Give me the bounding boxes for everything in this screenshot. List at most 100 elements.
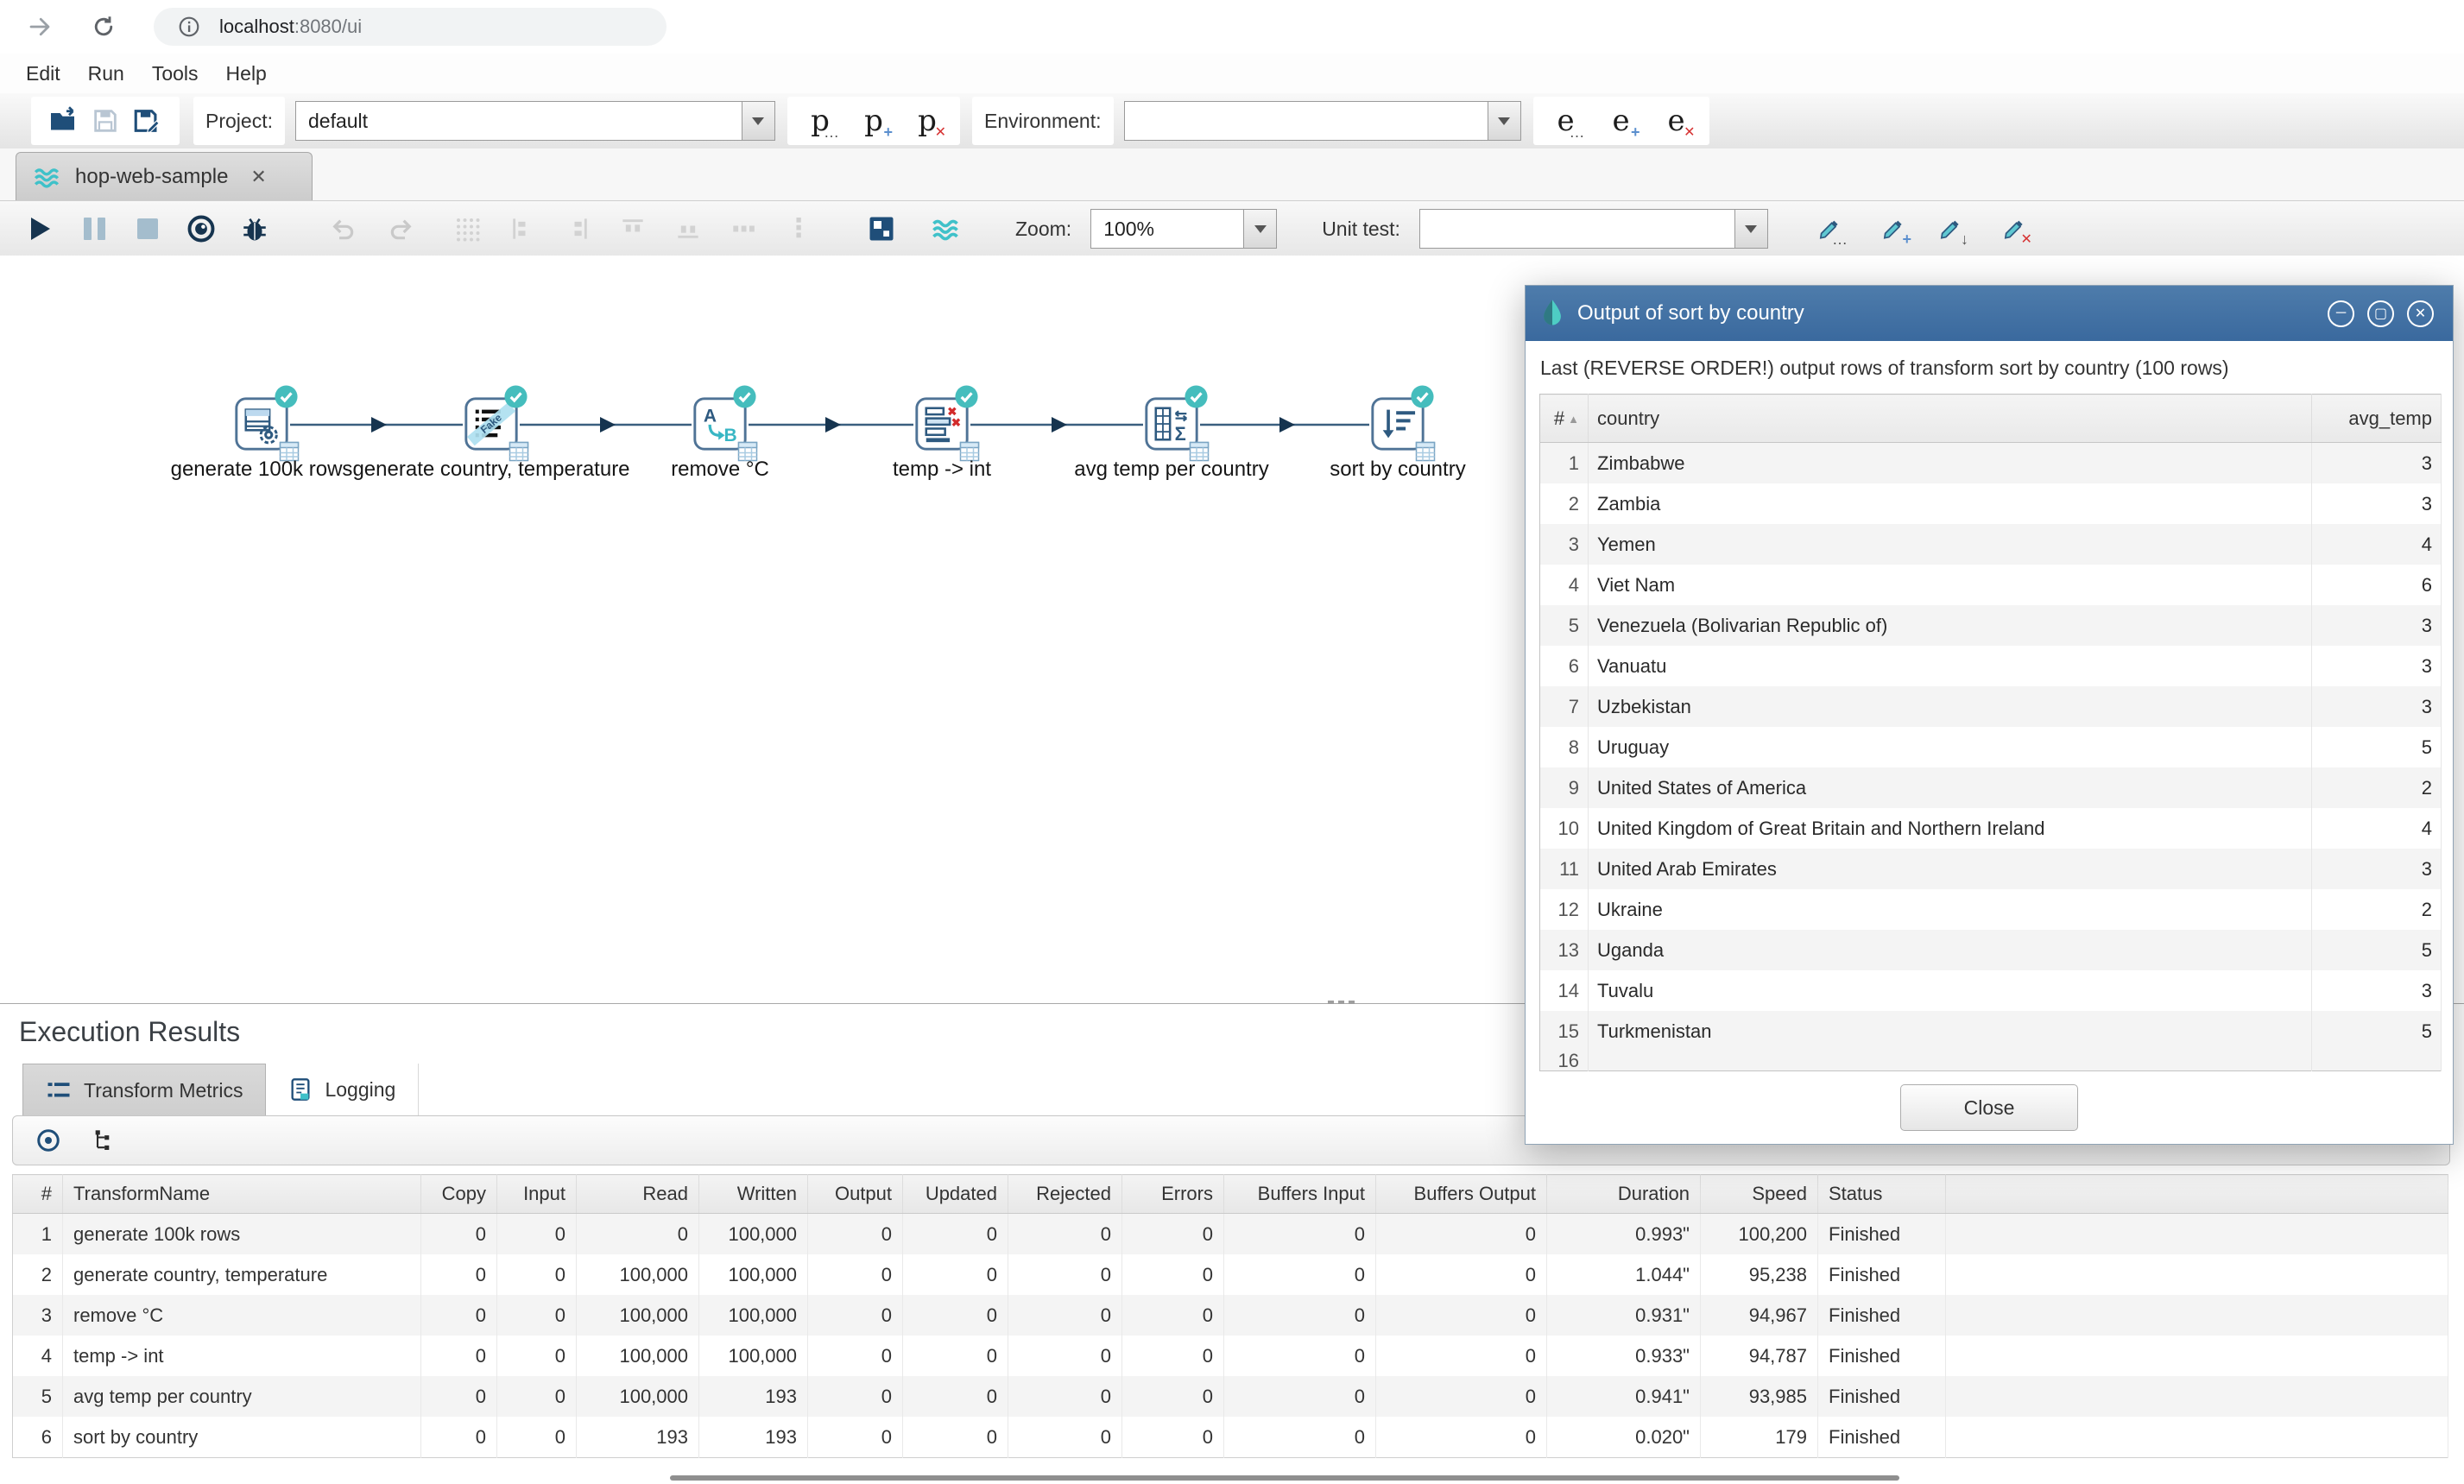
open-file-icon[interactable] xyxy=(43,100,85,142)
project-combo-value[interactable]: default xyxy=(295,101,742,141)
show-hide-inactive-icon[interactable] xyxy=(28,1121,68,1160)
align-left-icon[interactable] xyxy=(502,209,542,249)
close-icon[interactable]: ✕ xyxy=(2407,300,2434,327)
zoom-combo-value[interactable]: 100% xyxy=(1090,209,1243,249)
col-buffers-output[interactable]: Buffers Output xyxy=(1376,1175,1547,1214)
preview-row[interactable]: 13 Uganda 5 xyxy=(1540,930,2442,970)
minimize-icon[interactable]: ─ xyxy=(2328,300,2354,327)
address-bar[interactable]: localhost:8080/ui xyxy=(154,8,667,46)
preview-row[interactable]: 3 Yemen 4 xyxy=(1540,524,2442,565)
col-errors[interactable]: Errors xyxy=(1122,1175,1224,1214)
project-delete-icon[interactable]: p✕ xyxy=(907,100,948,142)
tab-close-icon[interactable]: ✕ xyxy=(250,166,266,188)
preview-row[interactable]: 8 Uruguay 5 xyxy=(1540,727,2442,767)
preview-row[interactable]: 15 Turkmenistan 5 xyxy=(1540,1011,2442,1051)
run-icon[interactable] xyxy=(21,209,60,249)
preview-row[interactable]: 10 United Kingdom of Great Britain and N… xyxy=(1540,808,2442,849)
transform-avg-temp-per-country[interactable]: Σ xyxy=(1145,397,1198,451)
preview-row[interactable]: 7 Uzbekistan 3 xyxy=(1540,686,2442,727)
transform-remove-celsius[interactable]: AB xyxy=(693,397,747,451)
col-copy[interactable]: Copy xyxy=(421,1175,497,1214)
preview-icon[interactable] xyxy=(181,209,221,249)
preview-row[interactable]: 2 Zambia 3 xyxy=(1540,483,2442,524)
col-country[interactable]: country xyxy=(1589,395,2312,443)
metrics-row[interactable]: 5 avg temp per country 0 0 100,000 193 0… xyxy=(13,1376,2448,1417)
col-updated[interactable]: Updated xyxy=(903,1175,1008,1214)
preview-row-partial[interactable]: 16 xyxy=(1540,1051,2442,1071)
metrics-row[interactable]: 6 sort by country 0 0 193 193 0 0 0 0 0 … xyxy=(13,1417,2448,1458)
menu-tools[interactable]: Tools xyxy=(152,62,199,85)
distribute-horizontal-icon[interactable] xyxy=(723,209,763,249)
col-transform-name[interactable]: TransformName xyxy=(63,1175,421,1214)
preview-row[interactable]: 9 United States of America 2 xyxy=(1540,767,2442,808)
tab-hop-web-sample[interactable]: hop-web-sample ✕ xyxy=(16,152,313,201)
pause-icon[interactable] xyxy=(74,209,114,249)
distribute-vertical-icon[interactable]: ⋮ xyxy=(779,209,818,249)
redo-icon[interactable] xyxy=(382,209,421,249)
align-top-icon[interactable] xyxy=(613,209,653,249)
transform-temp-to-int[interactable] xyxy=(915,397,969,451)
environment-edit-icon[interactable]: e… xyxy=(1545,100,1587,142)
col-index[interactable]: # xyxy=(13,1175,63,1214)
unit-test-delete-icon[interactable]: ✕ xyxy=(1994,209,2034,249)
col-rejected[interactable]: Rejected xyxy=(1008,1175,1122,1214)
col-speed[interactable]: Speed xyxy=(1701,1175,1818,1214)
toggle-execution-results-icon[interactable] xyxy=(862,209,901,249)
preview-row[interactable]: 4 Viet Nam 6 xyxy=(1540,565,2442,605)
col-row-number[interactable]: #▲ xyxy=(1540,395,1589,443)
environment-add-icon[interactable]: e+ xyxy=(1601,100,1642,142)
snap-to-grid-icon[interactable] xyxy=(447,209,487,249)
col-read[interactable]: Read xyxy=(577,1175,699,1214)
debug-icon[interactable] xyxy=(235,209,275,249)
unit-test-combo-value[interactable] xyxy=(1419,209,1734,249)
metrics-row[interactable]: 3 remove °C 0 0 100,000 100,000 0 0 0 0 … xyxy=(13,1295,2448,1336)
close-button[interactable]: Close xyxy=(1900,1084,2078,1131)
project-edit-icon[interactable]: p… xyxy=(799,100,841,142)
transform-generate-100k-rows[interactable] xyxy=(235,397,288,451)
menu-help[interactable]: Help xyxy=(226,62,267,85)
save-file-icon[interactable] xyxy=(85,100,126,142)
unit-test-load-icon[interactable]: ↓ xyxy=(1930,209,1970,249)
unit-test-edit-icon[interactable]: … xyxy=(1810,209,1849,249)
preview-row[interactable]: 12 Ukraine 2 xyxy=(1540,889,2442,930)
environment-combo-arrow[interactable] xyxy=(1488,101,1521,141)
dialog-titlebar[interactable]: Output of sort by country ─ ▢ ✕ xyxy=(1526,286,2453,341)
col-buffers-input[interactable]: Buffers Input xyxy=(1224,1175,1376,1214)
col-input[interactable]: Input xyxy=(497,1175,577,1214)
menu-run[interactable]: Run xyxy=(88,62,124,85)
unit-test-new-icon[interactable]: + xyxy=(1873,209,1913,249)
col-written[interactable]: Written xyxy=(699,1175,808,1214)
horizontal-scrollbar-thumb[interactable] xyxy=(670,1475,1899,1481)
environment-combo-value[interactable] xyxy=(1124,101,1488,141)
forward-icon[interactable] xyxy=(21,8,59,46)
transform-sort-by-country[interactable] xyxy=(1371,397,1425,451)
project-add-icon[interactable]: p+ xyxy=(853,100,894,142)
save-as-icon[interactable] xyxy=(126,100,167,142)
preview-row[interactable]: 5 Venezuela (Bolivarian Republic of) 3 xyxy=(1540,605,2442,646)
metrics-row[interactable]: 1 generate 100k rows 0 0 0 100,000 0 0 0… xyxy=(13,1214,2448,1255)
col-duration[interactable]: Duration xyxy=(1547,1175,1701,1214)
reload-icon[interactable] xyxy=(85,8,123,46)
col-avg-temp[interactable]: avg_temp xyxy=(2312,395,2442,443)
preview-row[interactable]: 6 Vanuatu 3 xyxy=(1540,646,2442,686)
metrics-row[interactable]: 4 temp -> int 0 0 100,000 100,000 0 0 0 … xyxy=(13,1336,2448,1376)
unit-test-combo-arrow[interactable] xyxy=(1734,209,1768,249)
hierarchy-view-icon[interactable] xyxy=(84,1121,123,1160)
col-status[interactable]: Status xyxy=(1818,1175,1946,1214)
pipeline-icon[interactable] xyxy=(926,209,965,249)
stop-icon[interactable] xyxy=(128,209,167,249)
col-output[interactable]: Output xyxy=(808,1175,903,1214)
environment-delete-icon[interactable]: e✕ xyxy=(1656,100,1697,142)
tab-transform-metrics[interactable]: Transform Metrics xyxy=(22,1064,266,1116)
align-bottom-icon[interactable] xyxy=(668,209,708,249)
zoom-combo-arrow[interactable] xyxy=(1243,209,1277,249)
maximize-icon[interactable]: ▢ xyxy=(2367,300,2394,327)
menu-edit[interactable]: Edit xyxy=(26,62,60,85)
tab-logging[interactable]: Logging xyxy=(266,1064,419,1115)
transform-generate-country-temperature[interactable]: Fake xyxy=(464,397,518,451)
metrics-row[interactable]: 2 generate country, temperature 0 0 100,… xyxy=(13,1254,2448,1295)
project-combo-arrow[interactable] xyxy=(742,101,775,141)
align-right-icon[interactable] xyxy=(558,209,597,249)
preview-row[interactable]: 14 Tuvalu 3 xyxy=(1540,970,2442,1011)
preview-row[interactable]: 11 United Arab Emirates 3 xyxy=(1540,849,2442,889)
